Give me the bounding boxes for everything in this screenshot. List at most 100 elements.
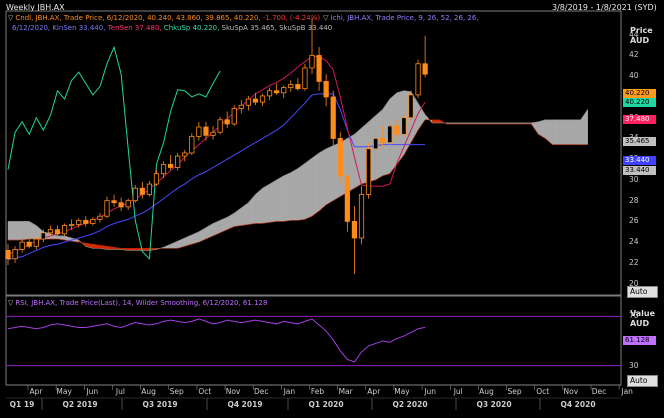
month-label: Jul (453, 387, 463, 396)
candle-up (196, 126, 202, 137)
cloud-segment (311, 152, 320, 217)
candle-down (5, 250, 11, 260)
candle-up (146, 183, 152, 195)
price-tick-label: 26 (629, 216, 639, 226)
month-label: Jul (115, 387, 125, 396)
cloud-segment (7, 221, 16, 241)
legend-text: TenSen 37.480, (107, 24, 164, 32)
candle-up (238, 104, 244, 109)
month-label: Feb (311, 387, 325, 396)
month-label: May (56, 387, 72, 396)
candle-up (69, 224, 75, 226)
candle-up (365, 148, 372, 195)
month-label: Jun (85, 387, 98, 396)
month-label: Aug (141, 387, 156, 396)
candle-down (394, 125, 400, 135)
cloud-segment (318, 148, 327, 212)
price-tick-label: 44 (629, 29, 639, 39)
chkusp-line (7, 45, 221, 260)
month-label: Jan (283, 387, 296, 396)
candle-up (302, 67, 308, 90)
cloud-segment (29, 221, 37, 240)
month-label: May (394, 387, 410, 396)
candle-up (309, 55, 315, 69)
rsi-panel-frame (5, 295, 622, 386)
month-label: Mar (339, 387, 354, 396)
candle-down (111, 200, 117, 204)
price-auto-scale-button[interactable]: Auto (627, 286, 658, 298)
cloud-segment (290, 168, 299, 221)
candle-up (61, 225, 68, 235)
rsi-line (7, 318, 426, 363)
candle-up (182, 152, 188, 157)
candle-down (83, 219, 89, 224)
candle-down (252, 98, 259, 103)
month-label: Sep (170, 387, 184, 396)
cloud-segment (241, 202, 249, 226)
candle-up (401, 117, 407, 135)
legend-text: -1.700, (-4.24%) (262, 14, 321, 22)
legend-text: SkuSpA 35.465, SkuSpB 33.440 (221, 24, 333, 32)
candle-up (288, 84, 294, 89)
price-tick-label: 28 (629, 195, 639, 205)
quarter-label: Q4 2019 (227, 400, 262, 409)
rsi-tick-label: 70 (629, 311, 639, 321)
cloud-segment (170, 240, 178, 249)
candle-up (132, 187, 138, 202)
candle-up (175, 155, 181, 168)
legend-text: RSI, JBH.AX, Trade Price(Last), 14, Wild… (15, 299, 268, 307)
candle-up (125, 200, 131, 208)
month-label: Apr (30, 387, 44, 396)
chart-canvas: Apr May Jun Jul Aug Sep Oct Nov Dec Jan Feb Mar Apr M… (5, 10, 633, 410)
cloud-segment (21, 221, 30, 241)
quarter-label: Q4 2020 (560, 400, 595, 409)
candle-up (97, 215, 103, 220)
candle-up (76, 219, 82, 225)
quarter-label: Q1 19 (10, 400, 35, 409)
collapse-icon[interactable]: ▽ (8, 14, 13, 22)
cloud-segment (262, 183, 270, 224)
candle-up (40, 232, 46, 240)
collapse-icon[interactable]: ▽ (8, 299, 13, 307)
value-tag: 33.440 (623, 156, 656, 165)
cloud-segment (276, 175, 284, 222)
candle-up (373, 138, 379, 150)
price-legend-line[interactable]: ▽ Cndl, JBH.AX, Trade Price, 6/12/2020, 4… (8, 14, 479, 22)
candle-down (344, 175, 350, 222)
price-tick-label: 40 (629, 71, 639, 81)
candle-down (351, 221, 358, 239)
value-tag: 40.220 (623, 98, 656, 107)
candle-down (422, 63, 428, 75)
rsi-auto-scale-button[interactable]: Auto (627, 375, 658, 387)
candle-up (358, 194, 365, 239)
candle-down (118, 202, 124, 208)
rsi-legend-line[interactable]: ▽ RSI, JBH.AX, Trade Price(Last), 14, Wil… (8, 299, 267, 307)
value-tag: 40.220 (623, 89, 656, 98)
cloud-segment (325, 145, 334, 206)
candle-down (139, 187, 145, 195)
value-tag: 35.465 (623, 137, 656, 146)
candle-down (224, 119, 230, 125)
candle-down (203, 126, 209, 136)
month-label: Nov (564, 387, 579, 396)
collapse-icon[interactable]: ▽ (323, 14, 328, 22)
candle-up (153, 173, 160, 185)
month-label: Aug (479, 387, 494, 396)
cloud-segment (559, 119, 567, 145)
candle-down (295, 84, 301, 90)
legend-text: Ichi, JBH.AX, Trade Price, 9, 26, 52, 26… (330, 14, 479, 22)
month-label: Dec (592, 387, 607, 396)
cloud-segment (304, 157, 313, 220)
cloud-segment (127, 248, 136, 251)
quarter-label: Q3 2020 (476, 400, 511, 409)
candle-up (259, 95, 266, 103)
candle-down (380, 138, 386, 143)
candle-up (281, 87, 287, 94)
chart-window: Weekly JBH.AX 3/8/2019 - 1/8/2021 (SYD) … (0, 0, 664, 418)
price-tick-label: 42 (629, 50, 639, 60)
legend-text: 6/12/2020, KinSen 33.440, (12, 24, 108, 32)
month-label: Oct (536, 387, 549, 396)
quarter-label: Q2 2020 (392, 400, 427, 409)
candle-up (231, 107, 237, 125)
price-panel-frame (5, 10, 622, 296)
